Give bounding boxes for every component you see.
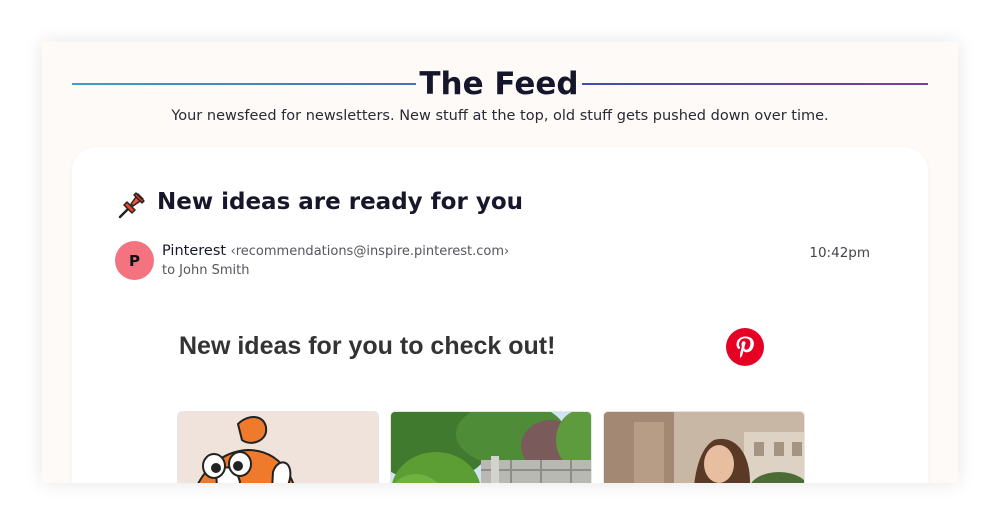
- email-body-heading: New ideas for you to check out!: [179, 332, 556, 360]
- header-rule-left: [72, 83, 416, 85]
- garden-fence-thumbnail[interactable]: [390, 411, 592, 483]
- header-rule-right: [582, 83, 928, 85]
- feed-page: The Feed Your newsfeed for newsletters. …: [42, 42, 958, 483]
- email-subject[interactable]: New ideas are ready for you: [157, 189, 523, 215]
- feed-header: The Feed: [72, 66, 928, 108]
- sender-name: Pinterest: [162, 243, 227, 259]
- sender-email: ‹recommendations@inspire.pinterest.com›: [230, 244, 510, 259]
- clownfish-drawing-thumbnail[interactable]: [177, 411, 379, 483]
- avatar: P: [115, 241, 154, 280]
- woman-portrait-thumbnail[interactable]: [603, 411, 805, 483]
- email-card[interactable]: New ideas are ready for you P Pinterest …: [72, 147, 928, 483]
- page-subtitle: Your newsfeed for newsletters. New stuff…: [171, 108, 829, 124]
- pushpin-icon: [118, 192, 145, 219]
- recipient: to John Smith: [162, 263, 250, 278]
- pinterest-logo[interactable]: [726, 328, 764, 366]
- email-time: 10:42pm: [809, 245, 870, 261]
- sender-line: Pinterest ‹recommendations@inspire.pinte…: [162, 243, 509, 259]
- page-title: The Feed: [419, 66, 579, 102]
